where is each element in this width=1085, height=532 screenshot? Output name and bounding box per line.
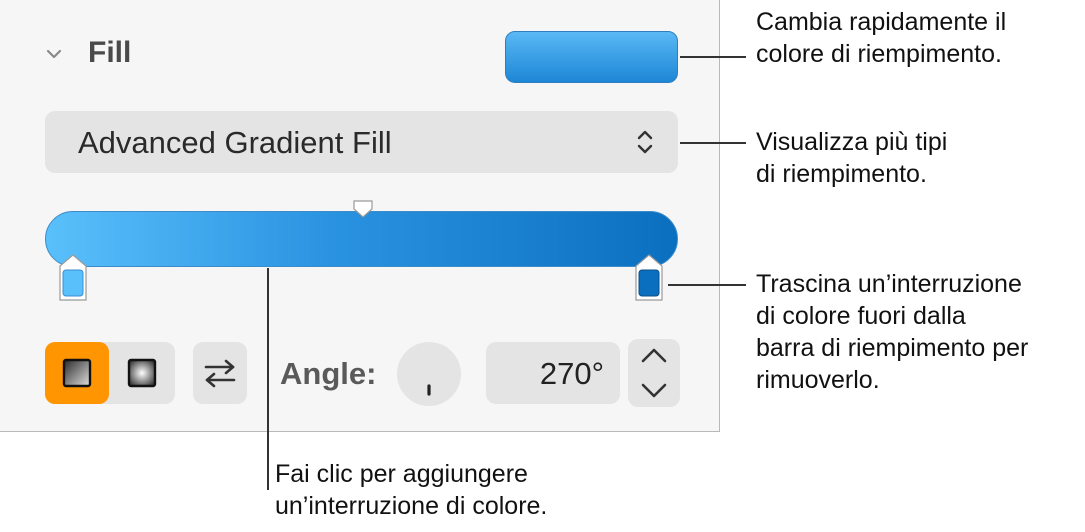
leader-line-color-stop — [668, 284, 746, 286]
angle-input[interactable]: 270° — [486, 342, 620, 404]
leader-line-fill-types — [680, 142, 746, 144]
fill-inspector-panel: Fill Advanced Gradient Fill Angle: 270° — [0, 0, 720, 432]
angle-decrement-button[interactable] — [628, 373, 680, 407]
swap-arrows-icon — [204, 359, 236, 388]
angle-value: 270° — [539, 356, 604, 391]
gradient-bar[interactable] — [45, 211, 678, 267]
angle-increment-button[interactable] — [628, 339, 680, 373]
color-stop-left[interactable] — [58, 254, 88, 302]
callout-add-stop: Fai clic per aggiungere un’interruzione … — [275, 460, 548, 520]
up-down-chevron-icon — [637, 130, 653, 154]
gradient-midpoint-handle[interactable] — [352, 199, 374, 219]
chevron-up-icon — [641, 348, 667, 363]
fill-color-swatch[interactable] — [505, 31, 678, 83]
linear-gradient-icon — [62, 358, 92, 388]
chevron-down-icon[interactable] — [44, 46, 64, 62]
chevron-down-small-icon — [641, 383, 667, 398]
angle-stepper — [628, 339, 680, 407]
fill-type-value: Advanced Gradient Fill — [78, 125, 392, 160]
angle-wheel-icon — [427, 384, 431, 396]
swap-colors-button[interactable] — [193, 342, 247, 404]
section-title: Fill — [88, 36, 132, 69]
leader-line-fill-color — [680, 56, 746, 58]
fill-type-dropdown[interactable]: Advanced Gradient Fill — [45, 111, 678, 173]
angle-label: Angle: — [280, 356, 377, 391]
radial-gradient-button[interactable] — [109, 342, 175, 404]
radial-gradient-icon — [127, 358, 157, 388]
angle-wheel[interactable] — [397, 342, 461, 406]
callout-fill-types: Visualizza più tipi di riempimento. — [756, 128, 948, 188]
callout-fill-color: Cambia rapidamente il colore di riempime… — [756, 8, 1007, 68]
linear-gradient-button[interactable] — [45, 342, 109, 404]
leader-line-add-stop — [267, 268, 269, 490]
gradient-type-segmented-control — [45, 342, 175, 404]
color-stop-right[interactable] — [634, 254, 664, 302]
callout-color-stop: Trascina un’interruzione di colore fuori… — [756, 270, 1029, 394]
